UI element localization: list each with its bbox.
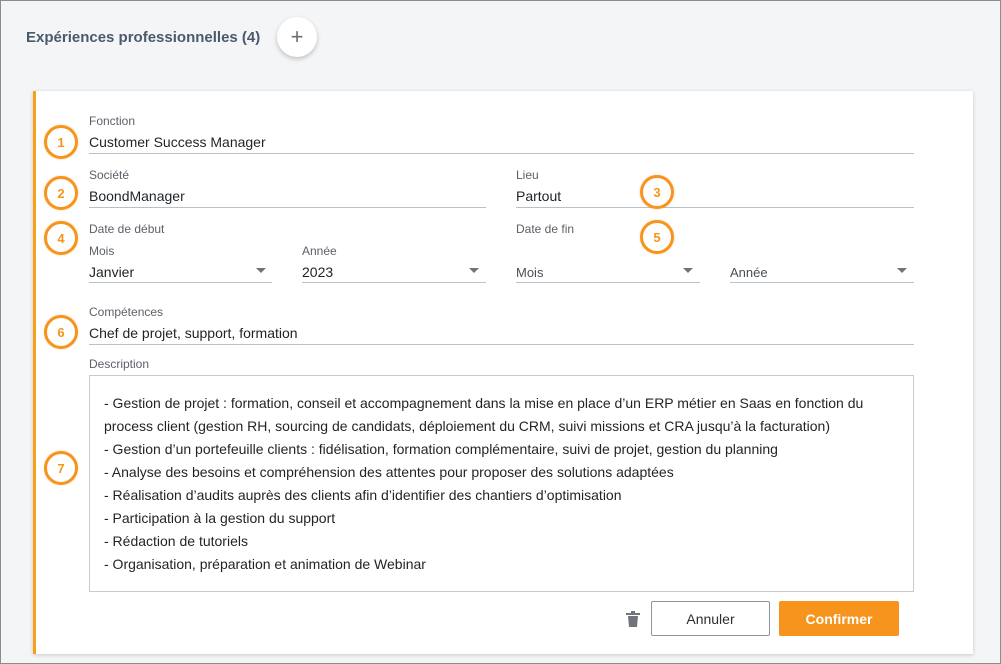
annotation-badge-4: 4	[44, 221, 78, 255]
end-month-underline	[516, 282, 700, 283]
description-line: - Organisation, préparation et animation…	[104, 556, 426, 572]
skills-label: Compétences	[89, 305, 164, 319]
end-month-select[interactable]: Mois	[516, 265, 543, 280]
start-month-underline	[89, 282, 272, 283]
plus-icon: +	[290, 24, 304, 49]
function-input[interactable]: Customer Success Manager	[89, 134, 266, 150]
start-date-label: Date de début	[89, 222, 165, 236]
company-label: Société	[89, 168, 130, 182]
description-line: - Réalisation d’audits auprès des client…	[104, 487, 622, 503]
add-experience-button[interactable]: +	[277, 17, 317, 57]
location-input[interactable]: Partout	[516, 188, 561, 204]
annotation-badge-7: 7	[44, 451, 78, 485]
chevron-down-icon[interactable]	[256, 268, 266, 273]
end-year-underline	[730, 282, 914, 283]
function-underline	[89, 153, 914, 154]
start-year-underline	[302, 282, 486, 283]
description-textarea[interactable]: - Gestion de projet : formation, conseil…	[89, 375, 914, 592]
description-line: - Gestion d’un portefeuille clients : fi…	[104, 441, 778, 457]
annotation-badge-6: 6	[44, 315, 78, 349]
location-underline	[516, 207, 914, 208]
end-year-select[interactable]: Année	[730, 265, 768, 280]
chevron-down-icon[interactable]	[897, 268, 907, 273]
chevron-down-icon[interactable]	[469, 268, 479, 273]
start-month-label: Mois	[89, 244, 115, 258]
annotation-badge-2: 2	[44, 176, 78, 210]
company-underline	[89, 207, 486, 208]
section-title: Expériences professionnelles (4)	[26, 29, 261, 46]
description-line: - Analyse des besoins et compréhension d…	[104, 464, 674, 480]
function-label: Fonction	[89, 114, 136, 128]
description-label: Description	[89, 357, 150, 371]
description-line: - Rédaction de tutoriels	[104, 533, 248, 549]
skills-input[interactable]: Chef de projet, support, formation	[89, 325, 298, 341]
annotation-badge-1: 1	[44, 125, 78, 159]
description-line: - Participation à la gestion du support	[104, 510, 336, 526]
skills-underline	[89, 344, 914, 345]
annotation-badge-5: 5	[640, 220, 674, 254]
start-year-select[interactable]: 2023	[302, 264, 333, 280]
description-line: process client (gestion RH, sourcing de …	[104, 418, 831, 434]
end-date-label: Date de fin	[516, 222, 575, 236]
annotation-badge-3: 3	[640, 175, 674, 209]
trash-icon[interactable]	[626, 611, 640, 627]
cancel-button[interactable]: Annuler	[651, 601, 770, 636]
start-month-select[interactable]: Janvier	[89, 264, 134, 280]
location-label: Lieu	[516, 168, 539, 182]
start-year-label: Année	[302, 244, 337, 258]
description-line: - Gestion de projet : formation, conseil…	[104, 395, 864, 411]
confirm-button[interactable]: Confirmer	[779, 601, 899, 636]
company-input[interactable]: BoondManager	[89, 188, 185, 204]
chevron-down-icon[interactable]	[683, 268, 693, 273]
